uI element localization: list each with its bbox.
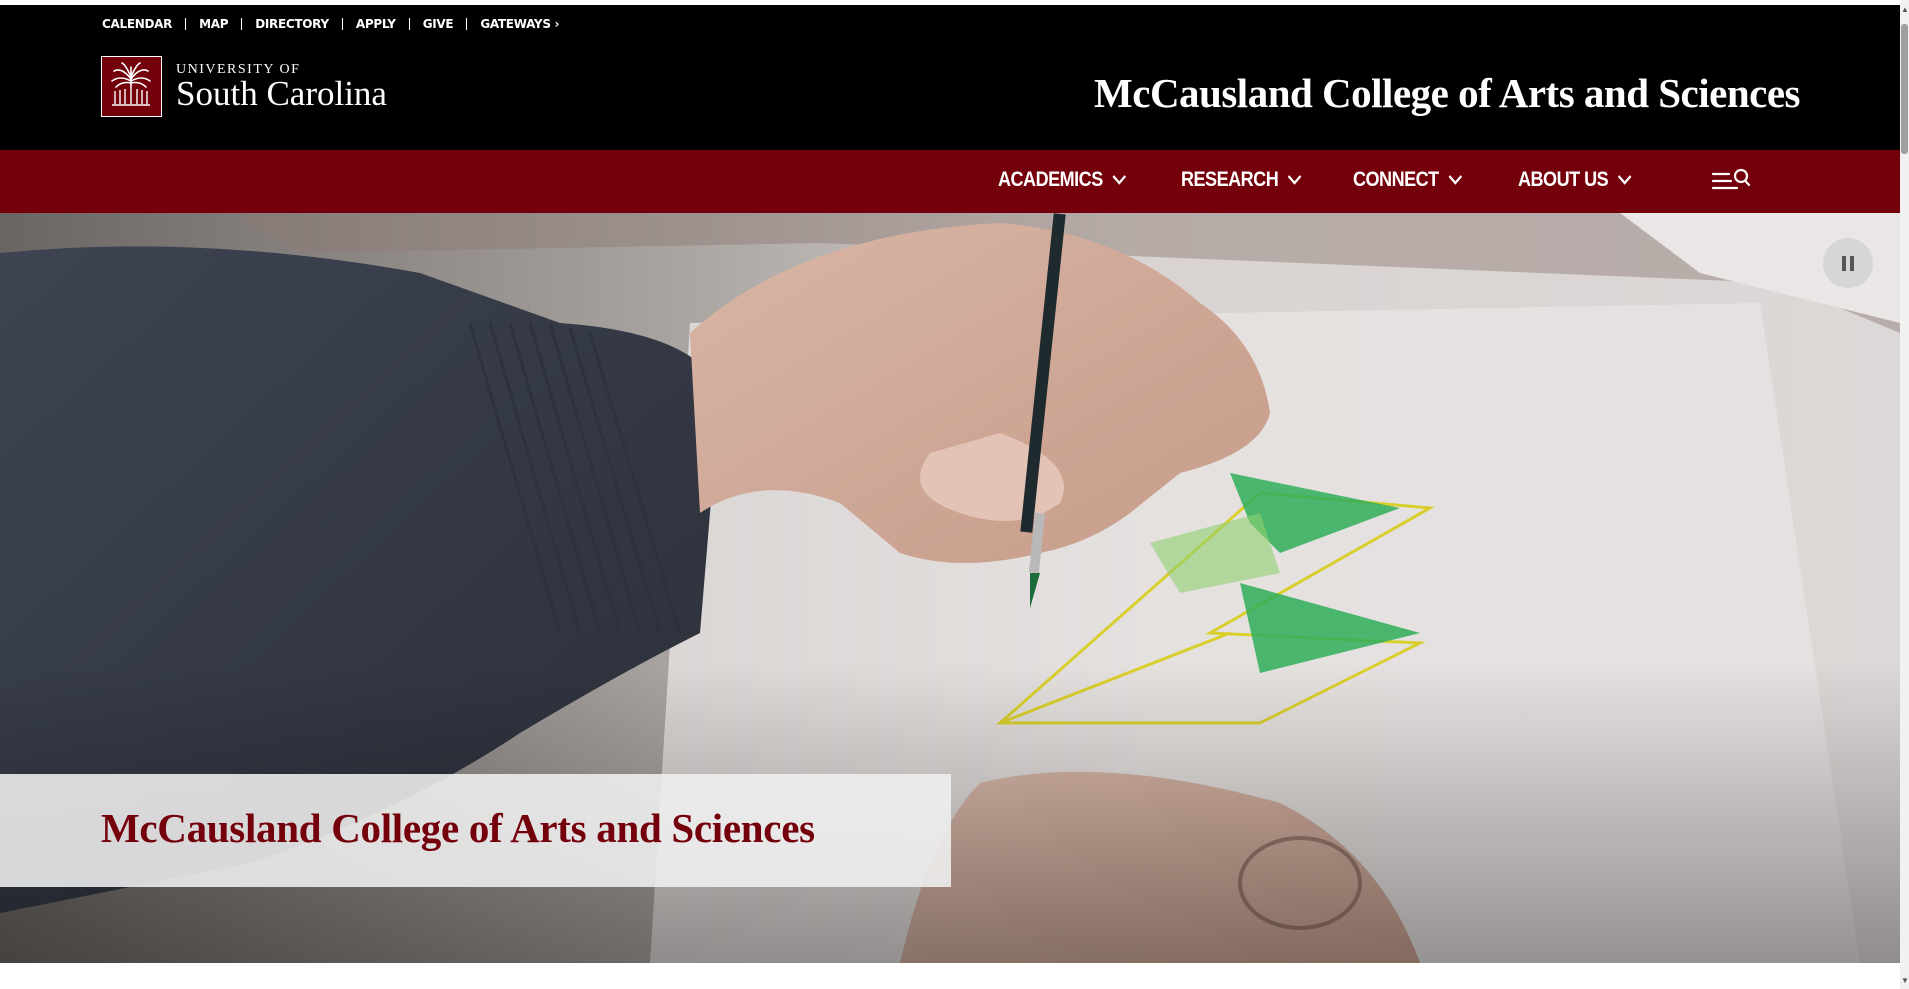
palmetto-tree-icon bbox=[111, 62, 151, 106]
hero-caption-title: McCausland College of Arts and Sciences bbox=[101, 805, 815, 851]
nav-label: RESEARCH bbox=[1181, 168, 1279, 191]
nav-research[interactable]: RESEARCH bbox=[1181, 168, 1302, 192]
utility-link-apply[interactable]: APPLY bbox=[356, 17, 396, 31]
university-logo[interactable] bbox=[101, 56, 162, 117]
nav-label: ACADEMICS bbox=[998, 168, 1103, 191]
nav-label: ABOUT US bbox=[1518, 168, 1609, 191]
nav-connect[interactable]: CONNECT bbox=[1353, 168, 1463, 192]
college-title[interactable]: McCausland College of Arts and Sciences bbox=[1094, 69, 1800, 117]
utility-divider bbox=[241, 18, 243, 30]
page-scrollbar[interactable]: ▲ ▼ bbox=[1900, 0, 1909, 989]
menu-search-button[interactable] bbox=[1710, 167, 1752, 200]
nav-label: CONNECT bbox=[1353, 168, 1439, 191]
header-bar: CALENDAR MAP DIRECTORY APPLY GIVE GATEWA… bbox=[0, 5, 1900, 150]
hero-caption-panel: McCausland College of Arts and Sciences bbox=[0, 774, 951, 887]
nav-academics[interactable]: ACADEMICS bbox=[998, 168, 1127, 192]
utility-link-map[interactable]: MAP bbox=[199, 17, 228, 31]
wordmark-line2: South Carolina bbox=[176, 74, 387, 113]
chevron-down-icon bbox=[1287, 175, 1302, 185]
utility-divider bbox=[341, 18, 343, 30]
pause-icon bbox=[1850, 255, 1854, 271]
pause-icon bbox=[1842, 255, 1846, 271]
scroll-up-icon[interactable]: ▲ bbox=[1901, 5, 1909, 14]
pause-button[interactable] bbox=[1823, 238, 1873, 288]
utility-link-calendar[interactable]: CALENDAR bbox=[102, 17, 172, 31]
utility-link-gateways[interactable]: GATEWAYS › bbox=[480, 17, 559, 31]
scrollbar-thumb[interactable] bbox=[1901, 24, 1908, 154]
utility-link-directory[interactable]: DIRECTORY bbox=[255, 17, 329, 31]
menu-search-icon bbox=[1711, 168, 1751, 190]
university-wordmark[interactable]: UNIVERSITY OF South Carolina bbox=[176, 63, 387, 112]
main-nav: ACADEMICS RESEARCH CONNECT ABOUT US bbox=[0, 150, 1900, 213]
utility-divider bbox=[185, 18, 187, 30]
scroll-down-icon[interactable]: ▼ bbox=[1901, 976, 1909, 985]
utility-divider bbox=[408, 18, 410, 30]
chevron-down-icon bbox=[1112, 175, 1126, 185]
chevron-down-icon bbox=[1617, 175, 1632, 185]
utility-link-give[interactable]: GIVE bbox=[423, 17, 454, 31]
utility-nav: CALENDAR MAP DIRECTORY APPLY GIVE GATEWA… bbox=[102, 17, 560, 31]
chevron-down-icon bbox=[1448, 175, 1462, 185]
nav-about-us[interactable]: ABOUT US bbox=[1518, 168, 1632, 192]
utility-divider bbox=[466, 18, 468, 30]
